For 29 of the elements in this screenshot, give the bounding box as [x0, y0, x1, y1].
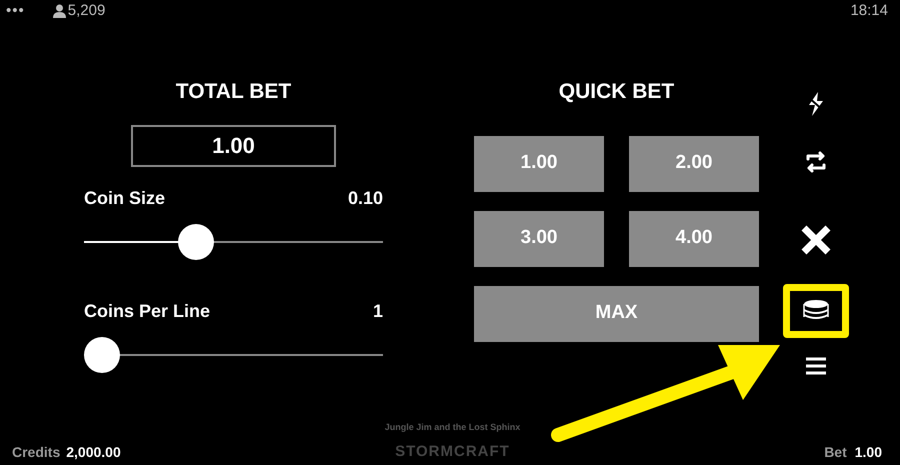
game-title: Jungle Jim and the Lost Sphinx [384, 421, 520, 434]
quick-bet-title: QUICK BET [558, 79, 676, 105]
total-bet-field: 1.00 [131, 124, 336, 166]
max-button[interactable]: MAX [474, 286, 759, 342]
bet-label: Bet [824, 443, 847, 462]
slider-label: Coin Size [84, 186, 166, 210]
bet-button[interactable]: 1.00 [474, 136, 604, 192]
bet-button[interactable]: 3.00 [474, 210, 604, 266]
slider-value: 0.10 [348, 186, 383, 210]
slider-track[interactable] [84, 224, 383, 260]
player-count: 5,209 [68, 0, 106, 21]
clock: 18:14 [850, 0, 888, 21]
slider-thumb[interactable] [84, 336, 120, 372]
person-icon [52, 4, 66, 18]
highlighted-button[interactable] [782, 284, 848, 338]
bet-button[interactable]: 4.00 [629, 210, 759, 266]
menu-icon [804, 357, 826, 375]
credits-label: Credits [12, 443, 60, 462]
brand-logo: STORMCRAFT [395, 442, 510, 462]
slider-label: Coins Per Line [84, 300, 210, 322]
slider-track[interactable] [84, 336, 383, 372]
slider-value: 1 [372, 300, 383, 322]
credits-value: 2,000.00 [66, 443, 121, 462]
more-menu[interactable]: ••• [6, 0, 25, 22]
bet-value: 1.00 [854, 443, 882, 462]
close-icon [800, 224, 832, 256]
slider-thumb[interactable] [178, 224, 214, 260]
total-bet-title: TOTAL BET [174, 79, 292, 105]
bet-button[interactable]: 2.00 [629, 136, 759, 192]
